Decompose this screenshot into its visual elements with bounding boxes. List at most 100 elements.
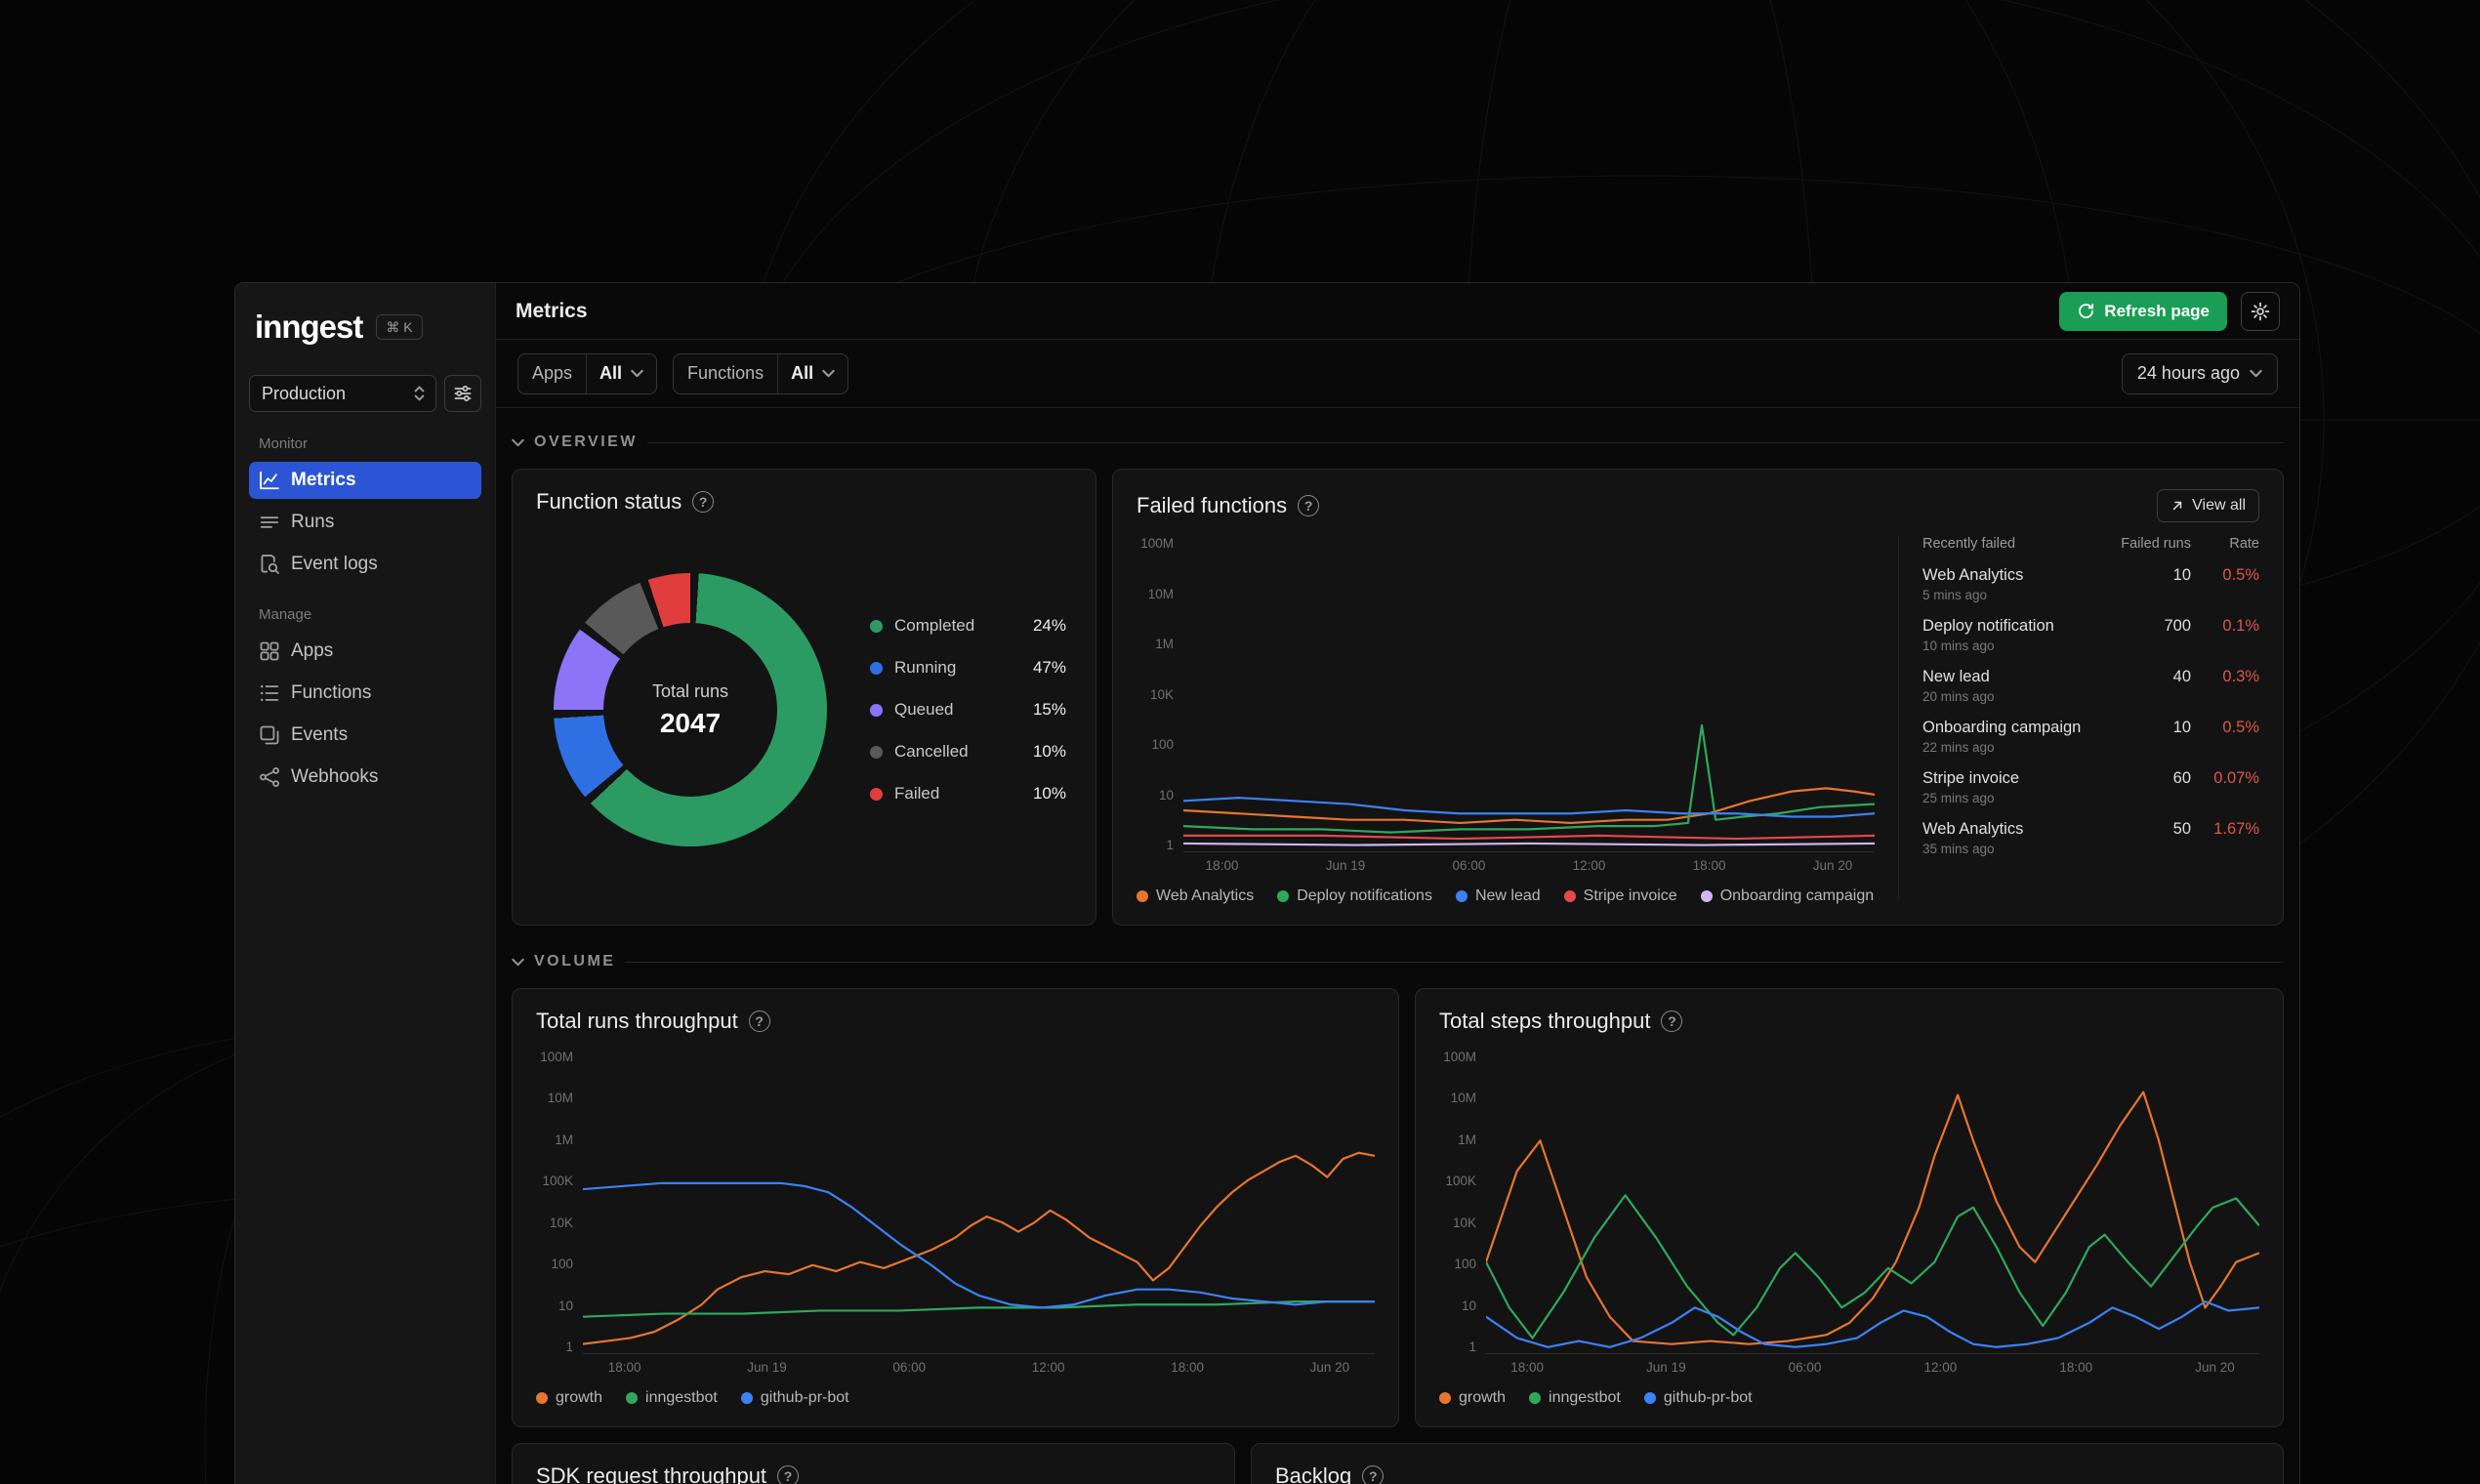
- sidebar-item-functions[interactable]: Functions: [249, 675, 481, 712]
- chart-line-icon: [260, 471, 279, 490]
- total-steps-throughput-title: Total steps throughput: [1439, 1009, 1651, 1033]
- total-steps-legend: growth inngestbot github-pr-bot: [1439, 1389, 2259, 1407]
- environment-select[interactable]: Production: [249, 375, 436, 412]
- y-axis: 100M 10M 1M 100K 10K 100 10 1: [540, 1050, 573, 1354]
- series-stripe-invoice: [1183, 836, 1875, 839]
- apps-filter-value: All: [599, 363, 623, 383]
- total-steps-plot: [1486, 1050, 2259, 1354]
- refresh-page-button[interactable]: Refresh page: [2059, 291, 2227, 331]
- external-link-icon: [2172, 501, 2182, 511]
- webhook-share-icon: [260, 767, 279, 787]
- table-row[interactable]: Web Analytics 5 mins ago 10 0.5%: [1922, 566, 2259, 602]
- series-dot: [1643, 1392, 1656, 1404]
- help-icon[interactable]: ?: [1298, 495, 1320, 516]
- table-row[interactable]: New lead 20 mins ago 40 0.3%: [1922, 668, 2259, 704]
- legend-item-failed: Failed 10%: [870, 784, 1066, 804]
- filter-bar: Apps All Functions All 24 hours ago: [496, 340, 2299, 408]
- table-row[interactable]: Stripe invoice 25 mins ago 60 0.07%: [1922, 769, 2259, 805]
- failed-functions-plot: [1183, 536, 1875, 852]
- table-row[interactable]: Web Analytics 35 mins ago 50 1.67%: [1922, 820, 2259, 856]
- backlog-card: Backlog ?: [1251, 1443, 2284, 1484]
- environment-select-value: Production: [262, 383, 347, 403]
- sdk-request-throughput-card: SDK request throughput ?: [512, 1443, 1235, 1484]
- overview-section-title: OVERVIEW: [534, 433, 638, 450]
- total-runs-legend: growth inngestbot github-pr-bot: [536, 1389, 1375, 1407]
- sidebar-item-label: Apps: [291, 640, 334, 661]
- document-search-icon: [261, 555, 279, 574]
- function-list-icon: [260, 684, 279, 702]
- environment-filter-button[interactable]: [444, 375, 481, 412]
- legend-item-cancelled: Cancelled 10%: [870, 742, 1066, 762]
- series-dot: [626, 1392, 639, 1404]
- sidebar-item-metrics[interactable]: Metrics: [249, 462, 481, 499]
- vertical-divider: [1898, 536, 1899, 899]
- page-title: Metrics: [516, 299, 588, 322]
- table-row[interactable]: Onboarding campaign 22 mins ago 10 0.5%: [1922, 719, 2259, 755]
- series-web-analytics: [1183, 788, 1875, 823]
- main-area: Metrics Refresh page Apps All Functions …: [496, 283, 2299, 1484]
- failed-functions-title: Failed functions: [1137, 493, 1288, 517]
- help-icon[interactable]: ?: [1362, 1465, 1385, 1484]
- view-all-button[interactable]: View all: [2157, 489, 2259, 522]
- functions-filter-value: All: [791, 363, 814, 383]
- gear-icon: [2251, 302, 2270, 320]
- overview-section-header: OVERVIEW: [512, 432, 2284, 453]
- column-header: Rate: [2229, 536, 2259, 552]
- status-dot: [870, 745, 883, 759]
- section-divider-line: [646, 441, 2284, 443]
- sidebar-item-event-logs[interactable]: Event logs: [249, 546, 481, 583]
- command-k-shortcut[interactable]: ⌘ K: [376, 314, 423, 340]
- sidebar-item-events[interactable]: Events: [249, 717, 481, 754]
- functions-filter[interactable]: Functions All: [673, 352, 849, 394]
- legend-item-running: Running 47%: [870, 658, 1066, 678]
- status-dot: [870, 703, 883, 717]
- help-icon[interactable]: ?: [748, 1010, 770, 1032]
- chevron-down-icon: [2250, 369, 2262, 378]
- y-axis: 100M 10M 1M 100K 10K 100 10 1: [1443, 1050, 1476, 1354]
- series-github-pr-bot: [1486, 1301, 2259, 1347]
- select-chevrons-icon: [414, 386, 425, 401]
- list-icon: [260, 516, 279, 528]
- total-steps-line-chart: [1486, 1050, 2259, 1353]
- collapse-chevron-icon[interactable]: [512, 958, 524, 967]
- series-dot: [1137, 890, 1148, 902]
- status-dot: [870, 661, 883, 675]
- functions-filter-label: Functions: [674, 353, 779, 393]
- topbar: Metrics Refresh page: [496, 283, 2299, 340]
- sidebar-item-label: Event logs: [291, 554, 378, 574]
- column-header: Recently failed: [1922, 536, 2016, 552]
- failed-functions-legend: Web Analytics Deploy notifications New l…: [1137, 887, 1875, 905]
- app-window: inngest ⌘ K Production Monitor Metrics R…: [234, 282, 2300, 1484]
- help-icon[interactable]: ?: [692, 491, 715, 513]
- help-icon[interactable]: ?: [777, 1465, 800, 1484]
- stacked-squares-icon: [260, 725, 279, 745]
- series-onboarding-campaign: [1183, 844, 1875, 845]
- sliders-icon: [454, 385, 472, 402]
- function-status-title: Function status: [536, 489, 682, 514]
- manage-section-label: Manage: [259, 606, 312, 623]
- series-growth: [1486, 1092, 2259, 1344]
- section-divider-line: [625, 961, 2284, 963]
- recently-failed-table: Recently failed Failed runs Rate Web Ana…: [1922, 536, 2259, 905]
- table-row[interactable]: Deploy notification 10 mins ago 700 0.1%: [1922, 617, 2259, 653]
- series-dot: [1455, 890, 1467, 902]
- refresh-page-label: Refresh page: [2104, 301, 2210, 320]
- apps-filter[interactable]: Apps All: [517, 352, 658, 394]
- total-runs-value: 2047: [659, 707, 722, 738]
- settings-button[interactable]: [2241, 291, 2280, 331]
- time-range-select[interactable]: 24 hours ago: [2121, 352, 2278, 394]
- apps-grid-icon: [260, 641, 279, 661]
- sidebar-nav: Monitor Metrics Runs Event logs Manage A…: [249, 435, 481, 796]
- sidebar-item-apps[interactable]: Apps: [249, 633, 481, 670]
- help-icon[interactable]: ?: [1661, 1010, 1683, 1032]
- collapse-chevron-icon[interactable]: [512, 438, 524, 447]
- total-runs-line-chart: [583, 1050, 1375, 1353]
- sidebar-item-runs[interactable]: Runs: [249, 504, 481, 541]
- legend-item-queued: Queued 15%: [870, 700, 1066, 720]
- sidebar-item-webhooks[interactable]: Webhooks: [249, 759, 481, 796]
- sidebar: inngest ⌘ K Production Monitor Metrics R…: [235, 283, 496, 1484]
- backlog-title: Backlog: [1275, 1463, 1352, 1484]
- x-axis: 18:00 Jun 19 06:00 12:00 18:00 Jun 20: [1510, 1359, 2235, 1375]
- status-dot: [870, 787, 883, 801]
- sidebar-item-label: Webhooks: [291, 766, 379, 787]
